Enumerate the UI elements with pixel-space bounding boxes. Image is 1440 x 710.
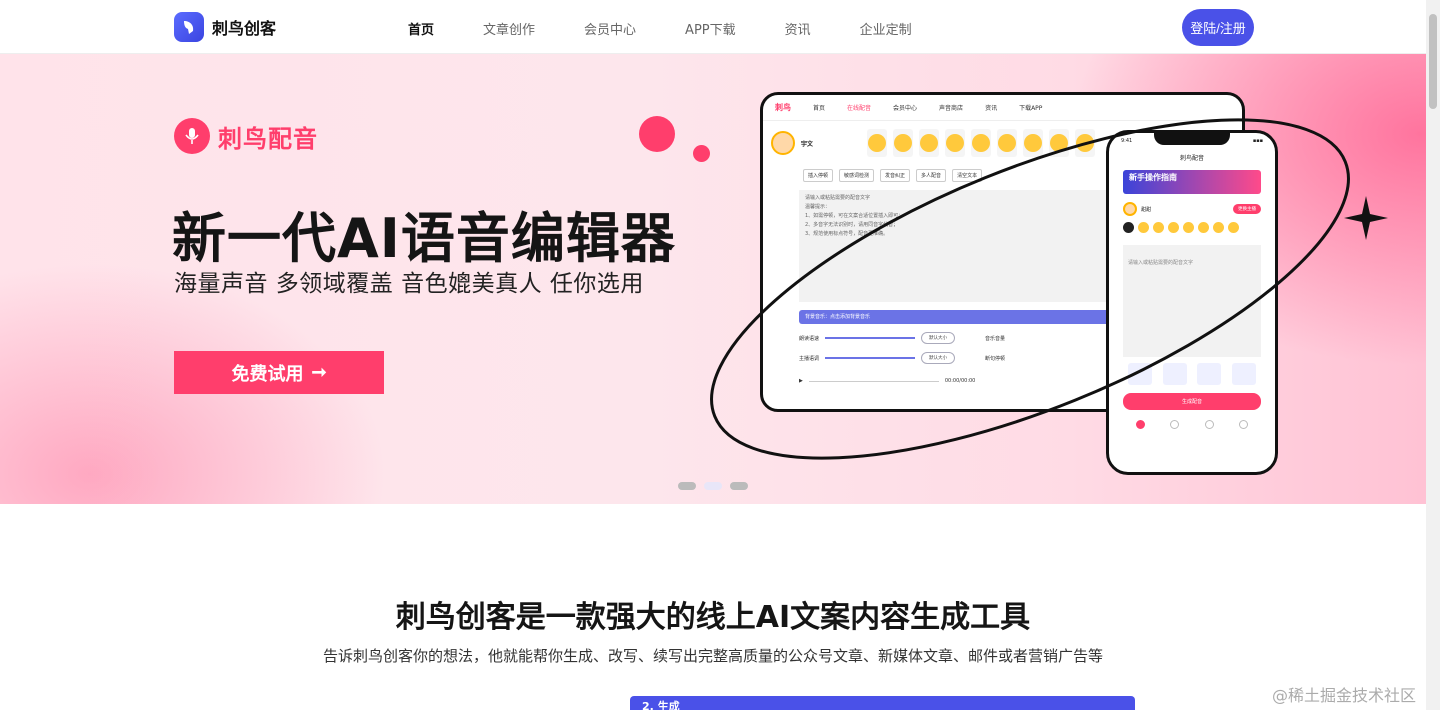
product-name: 刺鸟配音 xyxy=(218,124,318,153)
menu-item-home[interactable]: 首页 xyxy=(408,19,434,38)
free-trial-button[interactable]: 免费试用 ➞ xyxy=(174,351,384,394)
menu-item-news[interactable]: 资讯 xyxy=(785,19,811,38)
free-trial-label: 免费试用 xyxy=(231,363,304,384)
carousel-dot[interactable] xyxy=(704,482,722,490)
decor-dot-large xyxy=(639,116,675,152)
carousel-indicators xyxy=(678,482,748,490)
logo-text: 刺鸟创客 xyxy=(212,19,277,38)
orbit-ring-decoration xyxy=(710,118,1388,460)
section-title: 刺鸟创客是一款强大的线上AI文案内容生成工具 xyxy=(395,600,1031,635)
scrollbar-thumb[interactable] xyxy=(1429,14,1437,109)
menu-item-member[interactable]: 会员中心 xyxy=(584,19,636,38)
watermark: @稀土掘金技术社区 xyxy=(1272,686,1417,705)
hero-subline: 海量声音 多领域覆盖 音色媲美真人 任你选用 xyxy=(174,271,644,297)
menu-item-article[interactable]: 文章创作 xyxy=(483,19,535,38)
hero-headline: 新一代AI语音编辑器 xyxy=(172,207,676,270)
page-scrollbar[interactable] xyxy=(1426,0,1440,710)
menu-item-app[interactable]: APP下载 xyxy=(685,19,736,38)
login-button[interactable]: 登陆/注册 xyxy=(1182,9,1254,46)
section-description: 告诉刺鸟创客你的想法，他就能帮你生成、改写、续写出完整高质量的公众号文章、新媒体… xyxy=(322,647,1103,665)
menu-item-enterprise[interactable]: 企业定制 xyxy=(860,19,912,38)
product-brand: 刺鸟配音 xyxy=(174,118,318,154)
top-navbar: 刺鸟创客 首页 文章创作 会员中心 APP下载 资讯 企业定制 登陆/注册 xyxy=(0,0,1426,54)
bird-logo-icon xyxy=(174,12,204,42)
main-menu: 首页 文章创作 会员中心 APP下载 资讯 企业定制 xyxy=(408,19,961,38)
arrow-right-icon: ➞ xyxy=(311,362,327,382)
carousel-dot[interactable] xyxy=(730,482,748,490)
microphone-icon xyxy=(174,118,210,154)
hero-banner: 刺鸟配音 新一代AI语音编辑器 海量声音 多领域覆盖 音色媲美真人 任你选用 免… xyxy=(0,54,1426,504)
carousel-dot[interactable] xyxy=(678,482,696,490)
site-logo[interactable]: 刺鸟创客 xyxy=(174,12,276,42)
step-header: 2. 生成 xyxy=(630,696,1135,710)
sparkle-icon xyxy=(1344,196,1388,240)
